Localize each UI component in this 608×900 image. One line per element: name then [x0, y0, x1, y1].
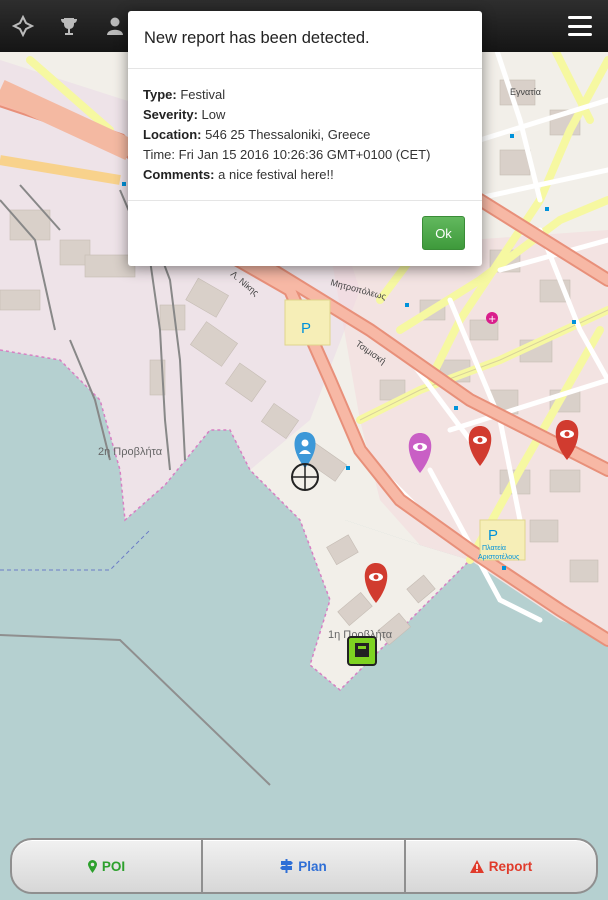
- map-parking-label: P: [301, 320, 311, 337]
- report-location-label: Location:: [143, 127, 202, 142]
- map-place-label: Πλατεία: [482, 544, 506, 552]
- report-time-row: Time: Fri Jan 15 2016 10:26:36 GMT+0100 …: [143, 147, 431, 162]
- report-comments-label: Comments:: [143, 167, 215, 182]
- report-comments-row: Comments: a nice festival here!!: [143, 165, 467, 185]
- map-place-label: 2η Προβλήτα: [98, 446, 163, 458]
- dialog-title: New report has been detected.: [128, 11, 482, 69]
- map-pin-icon: [87, 859, 97, 873]
- crosshair-icon: [291, 463, 319, 491]
- report-type-value: Festival: [180, 87, 226, 102]
- signpost-icon: [280, 859, 294, 873]
- map-street-label: Εγνατία: [510, 87, 541, 97]
- map-place-label: Αριστοτέλους: [478, 553, 520, 561]
- ok-button[interactable]: Ok: [422, 216, 465, 250]
- report-location-value: 546 25 Thessaloniki, Greece: [205, 127, 371, 142]
- dialog-body: Type: Festival Severity: Low Location: 5…: [128, 69, 482, 185]
- bottom-action-bar: POI Plan Report: [10, 838, 598, 894]
- report-comments-value: a nice festival here!!: [218, 167, 334, 182]
- report-button-label: Report: [488, 858, 533, 874]
- report-type-row: Type: Festival: [143, 85, 467, 105]
- report-severity-row: Severity: Low: [143, 105, 467, 125]
- trophy-icon[interactable]: [46, 0, 92, 52]
- report-location-row: Location: 546 25 Thessaloniki, Greece: [143, 125, 467, 145]
- hamburger-menu-icon[interactable]: [566, 13, 594, 39]
- svg-text:+: +: [488, 314, 496, 325]
- report-button[interactable]: Report: [406, 838, 598, 894]
- report-severity-label: Severity:: [143, 107, 198, 122]
- dialog-footer: Ok: [128, 200, 482, 266]
- compass-icon[interactable]: [0, 0, 46, 52]
- plan-button[interactable]: Plan: [203, 838, 406, 894]
- poi-marker-icon[interactable]: [347, 636, 377, 666]
- warning-icon: [469, 859, 484, 873]
- poi-button[interactable]: POI: [10, 838, 203, 894]
- map-parking-label: P: [488, 527, 498, 544]
- report-severity-value: Low: [201, 107, 226, 122]
- report-detected-dialog: New report has been detected. Type: Fest…: [128, 11, 482, 266]
- poi-button-label: POI: [101, 858, 126, 874]
- report-type-label: Type:: [143, 87, 177, 102]
- plan-button-label: Plan: [298, 858, 327, 874]
